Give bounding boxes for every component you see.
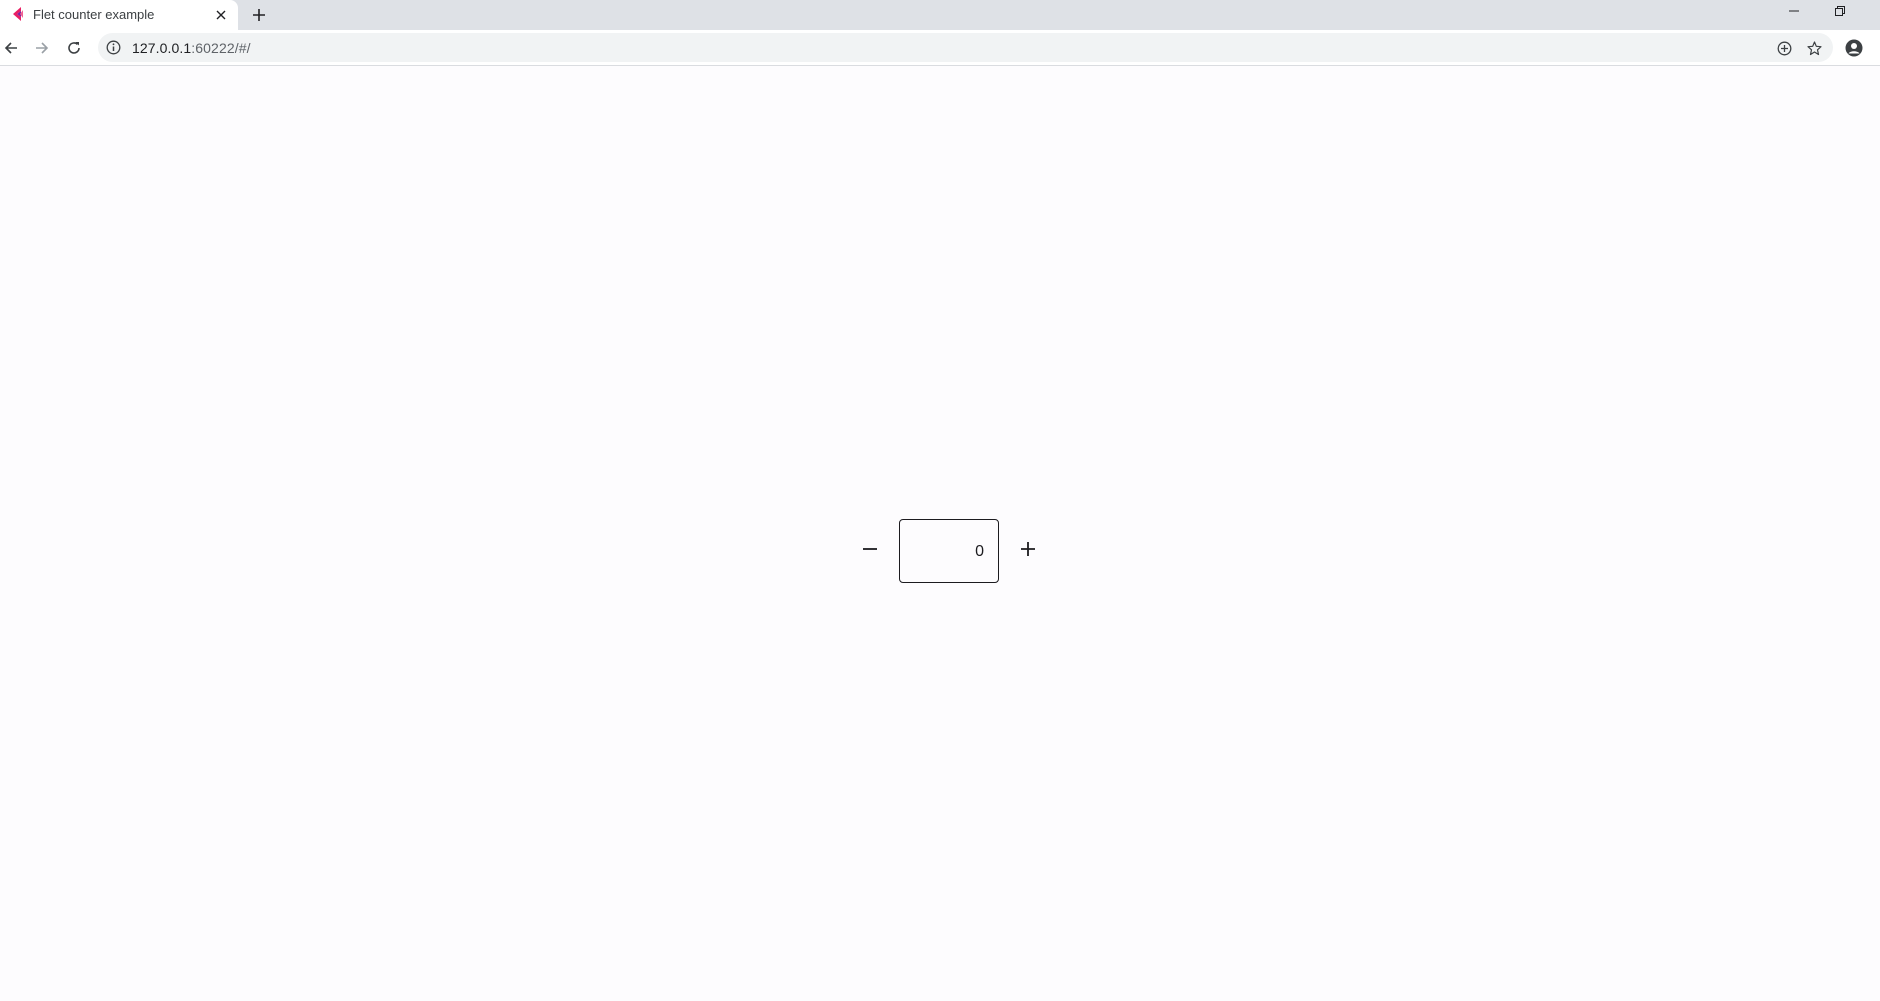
forward-arrow-icon[interactable] bbox=[28, 34, 56, 62]
app-page: 0 bbox=[0, 67, 1880, 1001]
url-host: 127.0.0.1 bbox=[132, 40, 192, 56]
address-bar[interactable]: 127.0.0.1:60222/#/ bbox=[98, 33, 1833, 62]
tab-title: Flet counter example bbox=[33, 7, 155, 22]
close-tab-icon[interactable] bbox=[212, 6, 230, 24]
tab-strip: Flet counter example bbox=[0, 0, 1880, 30]
profile-avatar-icon[interactable] bbox=[1840, 34, 1868, 62]
counter-row: 0 bbox=[850, 519, 1040, 583]
browser-tab-active[interactable]: Flet counter example bbox=[0, 0, 238, 30]
new-tab-icon[interactable] bbox=[247, 3, 271, 27]
remove-icon bbox=[862, 541, 878, 562]
counter-text-field[interactable]: 0 bbox=[899, 519, 999, 583]
url-path: :60222/#/ bbox=[191, 40, 251, 56]
flet-logo-icon bbox=[10, 6, 26, 22]
install-app-icon[interactable] bbox=[1772, 36, 1796, 60]
add-icon bbox=[1020, 541, 1036, 562]
info-icon[interactable] bbox=[106, 40, 121, 55]
bookmark-star-icon[interactable] bbox=[1802, 36, 1826, 60]
reload-icon[interactable] bbox=[60, 34, 88, 62]
restore-window-icon[interactable] bbox=[1817, 0, 1863, 22]
url-text: 127.0.0.1:60222/#/ bbox=[132, 40, 251, 56]
browser-toolbar: 127.0.0.1:60222/#/ bbox=[0, 30, 1880, 66]
counter-value: 0 bbox=[975, 543, 984, 560]
minimize-window-icon[interactable] bbox=[1771, 0, 1817, 22]
decrement-button[interactable] bbox=[850, 531, 890, 571]
increment-button[interactable] bbox=[1008, 531, 1048, 571]
back-arrow-icon[interactable] bbox=[0, 34, 25, 62]
